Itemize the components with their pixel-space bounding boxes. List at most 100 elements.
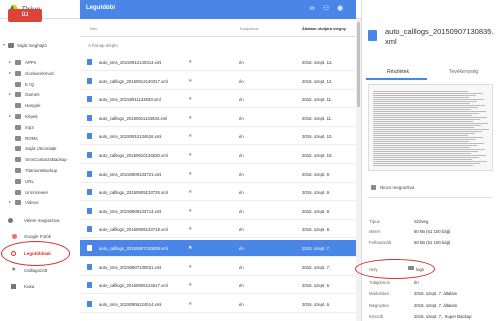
preview-line	[373, 131, 482, 132]
table-row[interactable]: auto_sms_20150911134630.xml ★ én 2015. szep…	[80, 91, 356, 109]
sidebar-folder[interactable]: Hangok	[0, 101, 80, 110]
col-owner[interactable]: Tulajdonos	[239, 26, 258, 31]
sidebar-item-label: URL	[25, 178, 35, 184]
tab-details[interactable]: Részletek	[387, 69, 409, 75]
table-row[interactable]: auto_calllogs_20150909133725.xml ★ én 2015.…	[80, 184, 356, 202]
sidebar-item-photos[interactable]: Google Fotók	[0, 232, 80, 241]
folder-icon	[15, 200, 21, 206]
share-person-icon[interactable]: ⚇	[321, 4, 331, 14]
file-owner: én	[239, 227, 244, 233]
sidebar-folder[interactable]: clockworkmod	[0, 69, 80, 78]
sidebar-item-label: clockworkmod	[25, 70, 54, 76]
table-row[interactable]: auto_calllogs_20150912140317.xml ★ én 2015.…	[80, 73, 356, 90]
sidebar-folder[interactable]: APPs	[0, 58, 80, 67]
property-label: Módosítva	[369, 291, 389, 296]
star-icon[interactable]: ★	[188, 115, 192, 121]
file-date: 2015. szept. 8.	[302, 208, 331, 214]
file-owner: én	[239, 246, 244, 251]
sidebar-item-label: Google Fotók	[24, 234, 52, 239]
preview-line	[373, 153, 471, 154]
expand-icon[interactable]	[9, 115, 11, 117]
sidebar-folder[interactable]: mp3	[0, 123, 80, 132]
folder-icon	[15, 157, 21, 163]
sidebar-folder[interactable]: UnrxViewer	[0, 188, 80, 197]
property-value: 2015. szept. 7. általam	[414, 303, 458, 308]
preview-line	[373, 143, 484, 144]
star-icon[interactable]: ★	[188, 133, 192, 139]
preview-line	[373, 101, 477, 102]
preview-line	[373, 157, 479, 158]
scrollbar-thumb[interactable]	[357, 22, 360, 107]
details-title: auto_calllogs_20150907130835.xml	[385, 27, 494, 46]
star-icon[interactable]: ★	[188, 78, 192, 84]
preview-line	[373, 133, 475, 134]
file-date: 2015. szept. 7.	[302, 264, 331, 270]
star-icon[interactable]: ★	[188, 171, 192, 177]
expand-icon[interactable]	[9, 93, 11, 96]
preview-line	[373, 127, 474, 128]
sidebar-item-trash[interactable]: Kuka	[0, 282, 80, 291]
expand-icon[interactable]	[3, 44, 5, 46]
file-preview[interactable]	[368, 84, 493, 171]
expand-icon[interactable]	[9, 71, 11, 74]
preview-line	[373, 149, 485, 150]
tab-activity[interactable]: Tevékenység	[449, 69, 478, 75]
file-icon	[368, 30, 377, 41]
table-row[interactable]: auto_sms_20150906124514.xml ★ én 2015. szep…	[80, 296, 356, 313]
property-row: Felhasznált 60 kB (61 100 bájt)	[369, 240, 497, 249]
expand-icon[interactable]	[9, 61, 11, 63]
star-icon[interactable]: ★	[188, 59, 192, 65]
sidebar-folder[interactable]: URL	[0, 177, 80, 186]
table-row[interactable]: auto_sms_20150908133714.xml ★ én 2015. szep…	[80, 203, 356, 220]
star-icon[interactable]: ★	[188, 96, 192, 102]
table-row[interactable]: auto_sms_20150907130831.xml ★ én 2015. szep…	[80, 259, 356, 276]
star-icon[interactable]: ★	[188, 152, 192, 158]
file-icon	[87, 152, 92, 158]
property-row: Típus Szöveg	[369, 219, 497, 228]
star-icon[interactable]: ★	[188, 208, 192, 214]
table-row[interactable]: auto_calllogs_20150910134630.xml ★ én 2015.…	[80, 147, 356, 164]
star-icon[interactable]: ★	[188, 189, 192, 195]
eye-icon[interactable]: ◉	[335, 4, 345, 14]
col-modified[interactable]: Általam utoljára megny	[302, 26, 346, 31]
table-row[interactable]: auto_sms_20150910134626.xml ★ én 2015. szep…	[80, 128, 356, 146]
annotation-circle-location	[355, 259, 435, 279]
table-row[interactable]: auto_calllogs_20150911134634.xml ★ én 2015.…	[80, 110, 356, 127]
table-row[interactable]: auto_calllogs_20150907130835.xml ★ én 2015.…	[80, 240, 356, 257]
table-row[interactable]: auto_calllogs_20150908133719.xml ★ én 2015.…	[80, 221, 356, 239]
file-icon	[87, 133, 92, 140]
property-row: Módosítva 2015. szept. 7. általam	[369, 291, 497, 300]
file-name: auto_sms_20150912140314.xml	[99, 60, 162, 65]
sidebar-folder[interactable]: SmsContactsBackup	[0, 155, 80, 164]
star-icon[interactable]: ★	[188, 245, 192, 251]
sidebar-folder[interactable]: ROMs	[0, 134, 80, 143]
link-icon[interactable]: ∞	[307, 4, 317, 14]
page-title: Legutóbbi	[86, 5, 115, 11]
sidebar-folder[interactable]: Games	[0, 90, 80, 99]
table-row[interactable]: auto_sms_20150912140314.xml ★ én 2015. szep…	[80, 54, 356, 71]
star-icon[interactable]: ★	[188, 301, 192, 307]
sidebar-folder[interactable]: Saját Útvonalak	[0, 144, 80, 153]
expand-icon[interactable]	[9, 201, 11, 204]
new-button[interactable]: ÚJ	[8, 9, 42, 22]
file-icon	[87, 207, 92, 214]
property-value: 2015. szept. 7., Super Backup	[414, 314, 472, 319]
table-row[interactable]: auto_sms_20150909133721.xml ★ én 2015. szep…	[80, 166, 356, 183]
file-date: 2015. szept. 10.	[302, 134, 333, 140]
sidebar-item-shared[interactable]: Velem megosztva	[0, 216, 80, 225]
sidebar-item-my-drive[interactable]: Saját meghajtó	[0, 41, 80, 50]
sidebar-folder[interactable]: Képek	[0, 112, 80, 121]
sidebar-item-starred[interactable]: ★ Csillagozott	[0, 266, 80, 275]
sidebar-item-label: SmsContactsBackup	[25, 157, 67, 163]
sidebar-folder[interactable]: TitaniumBackup	[0, 166, 80, 175]
star-icon[interactable]: ★	[188, 282, 192, 288]
section-label: A hónap elején	[88, 43, 118, 48]
star-icon[interactable]: ★	[188, 226, 192, 232]
file-icon	[87, 77, 92, 84]
preview-line	[373, 103, 470, 104]
star-icon[interactable]: ★	[188, 264, 192, 270]
sidebar-folder[interactable]: Videos	[0, 198, 80, 207]
table-row[interactable]: auto_calllogs_20150906124517.xml ★ én 2015.…	[80, 277, 356, 295]
col-name[interactable]: Név	[90, 26, 97, 31]
sidebar-folder[interactable]: E IQ	[0, 80, 80, 89]
